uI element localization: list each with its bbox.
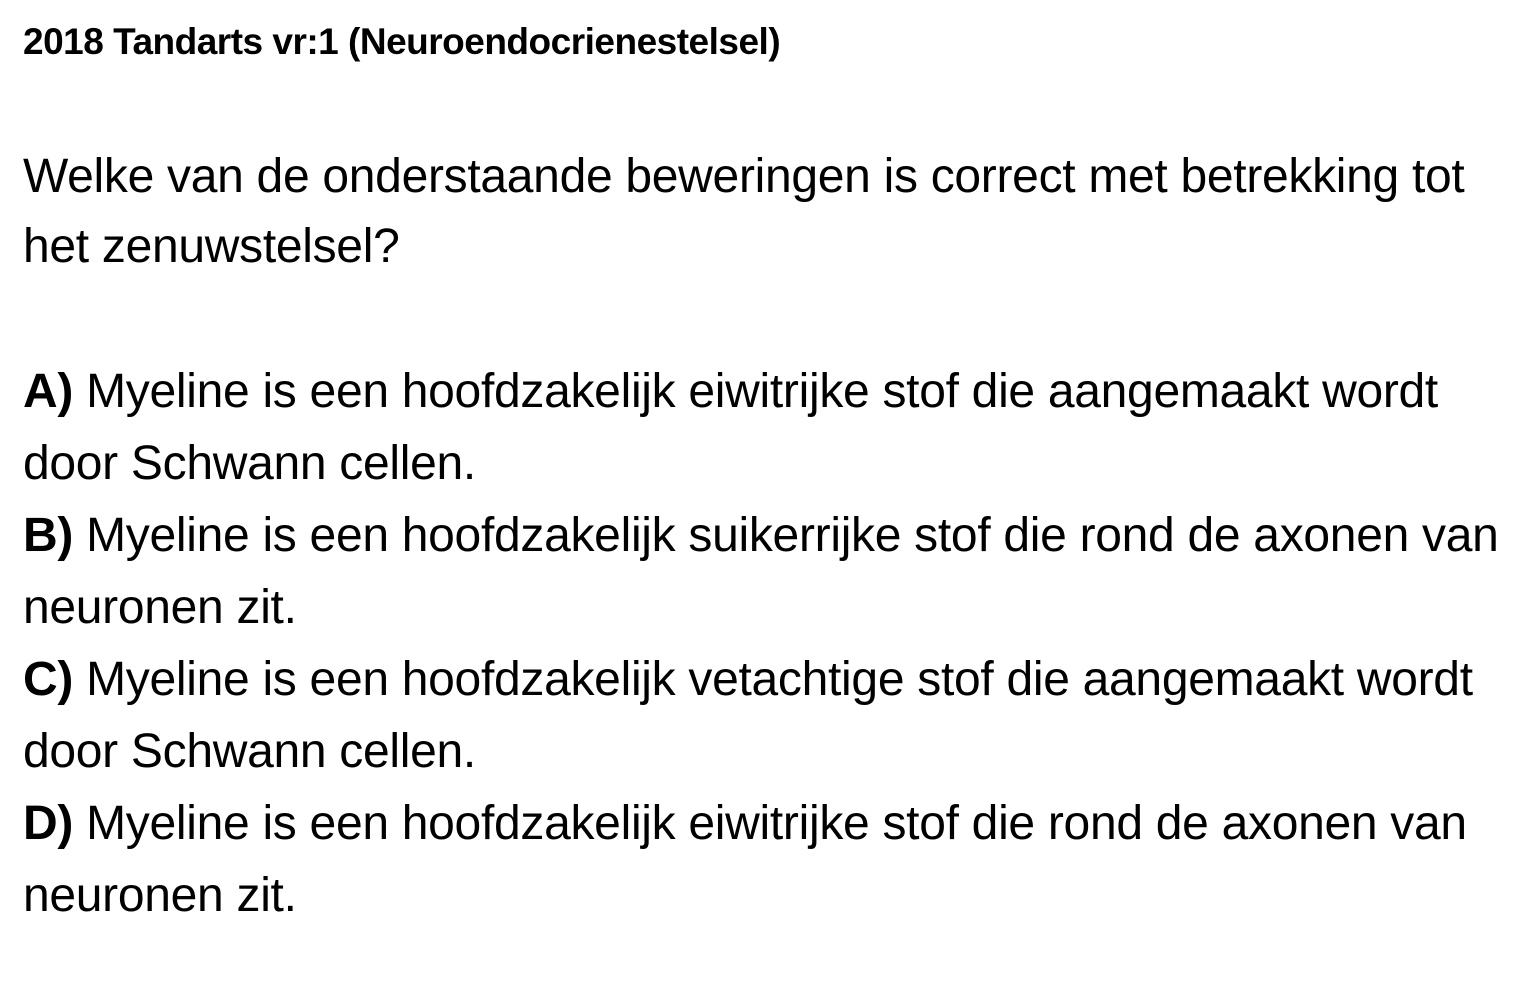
- slide-title: 2018 Tandarts vr:1 (Neuroendocrienestels…: [23, 21, 781, 62]
- option-c: C) Myeline is een hoofdzakelijk vetachti…: [23, 644, 1523, 788]
- option-letter: A): [23, 365, 74, 418]
- option-letter: D): [23, 797, 74, 850]
- option-text: Myeline is een hoofdzakelijk suikerrijke…: [23, 509, 1499, 634]
- answer-options: A) Myeline is een hoofdzakelijk eiwitrij…: [23, 356, 1523, 932]
- option-b: B) Myeline is een hoofdzakelijk suikerri…: [23, 500, 1523, 644]
- option-a: A) Myeline is een hoofdzakelijk eiwitrij…: [23, 356, 1523, 500]
- question-text: Welke van de onderstaande beweringen is …: [23, 150, 1465, 273]
- option-letter: B): [23, 509, 74, 562]
- option-text: Myeline is een hoofdzakelijk vetachtige …: [23, 653, 1473, 778]
- option-text: Myeline is een hoofdzakelijk eiwitrijke …: [23, 797, 1467, 922]
- option-letter: C): [23, 653, 74, 706]
- option-d: D) Myeline is een hoofdzakelijk eiwitrij…: [23, 788, 1523, 932]
- option-text: Myeline is een hoofdzakelijk eiwitrijke …: [23, 365, 1438, 490]
